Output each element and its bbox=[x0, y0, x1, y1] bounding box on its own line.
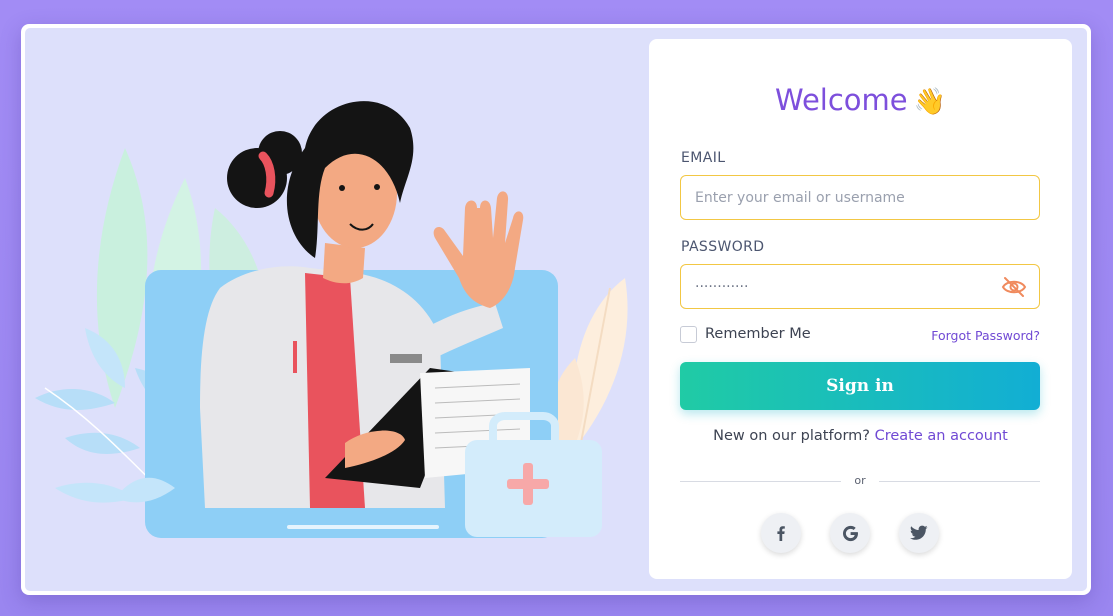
password-label: PASSWORD bbox=[681, 239, 765, 255]
remember-label: Remember Me bbox=[705, 326, 811, 342]
or-divider: or bbox=[680, 474, 1040, 488]
remember-row: Remember Me Forgot Password? bbox=[680, 325, 1040, 345]
waving-hand-icon: 👋 bbox=[913, 87, 947, 117]
twitter-icon bbox=[910, 525, 928, 540]
signup-row: New on our platform? Create an account bbox=[649, 428, 1072, 444]
signup-prompt: New on our platform? bbox=[713, 428, 870, 444]
password-field-wrapper bbox=[680, 264, 1040, 309]
create-account-link[interactable]: Create an account bbox=[875, 428, 1008, 444]
email-field[interactable] bbox=[681, 176, 1039, 219]
divider-line-right bbox=[879, 481, 1040, 482]
email-label: EMAIL bbox=[681, 150, 726, 166]
page-title: Welcome 👋 bbox=[649, 83, 1072, 117]
welcome-text: Welcome bbox=[774, 83, 908, 117]
facebook-icon bbox=[777, 526, 785, 541]
remember-checkbox[interactable] bbox=[680, 326, 697, 343]
doctor-illustration bbox=[35, 101, 628, 538]
facebook-button[interactable] bbox=[761, 513, 801, 553]
email-field-wrapper bbox=[680, 175, 1040, 220]
login-card: Welcome👋 EMAIL PASSWORD Remember Me Forg… bbox=[649, 39, 1072, 579]
sign-in-button[interactable]: Sign in bbox=[680, 362, 1040, 410]
password-field[interactable] bbox=[681, 265, 1039, 308]
google-button[interactable] bbox=[830, 513, 870, 553]
twitter-button[interactable] bbox=[899, 513, 939, 553]
forgot-password-link[interactable]: Forgot Password? bbox=[931, 328, 1040, 343]
google-icon bbox=[842, 525, 858, 541]
eye-off-icon[interactable] bbox=[1001, 275, 1027, 299]
login-frame: Welcome👋 EMAIL PASSWORD Remember Me Forg… bbox=[21, 24, 1091, 595]
login-panel: Welcome👋 EMAIL PASSWORD Remember Me Forg… bbox=[25, 28, 1087, 591]
